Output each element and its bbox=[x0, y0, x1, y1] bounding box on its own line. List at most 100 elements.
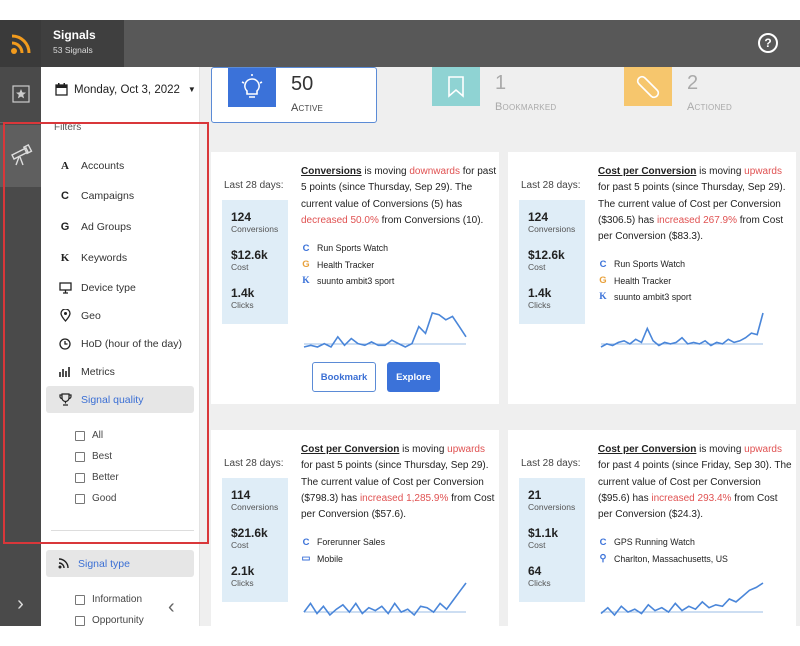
filter-ad-groups[interactable]: G Ad Groups bbox=[46, 214, 194, 239]
filters-label: Filters bbox=[54, 122, 82, 133]
option-label: Better bbox=[92, 472, 119, 483]
checkbox[interactable] bbox=[75, 594, 85, 605]
ad-groups-icon: G bbox=[60, 220, 70, 233]
signal-card: Last 28 days: 114 Conversions $21.6k Cos… bbox=[211, 430, 499, 626]
trend-change: increased 267.9% bbox=[656, 214, 737, 226]
sparkline bbox=[303, 312, 467, 349]
trend-direction: upwards bbox=[447, 444, 485, 455]
checkbox[interactable] bbox=[75, 451, 85, 462]
metric-value: 124 bbox=[528, 210, 549, 224]
stat-active[interactable]: 50 Active bbox=[211, 67, 377, 123]
bookmark-button[interactable]: Bookmark bbox=[312, 362, 376, 392]
tag-campaign: C GPS Running Watch bbox=[599, 536, 695, 548]
type-option-information[interactable]: Information bbox=[75, 594, 142, 605]
metric-value: $1.1k bbox=[528, 526, 559, 540]
metric-value: 21 bbox=[528, 488, 542, 502]
tag-ad-group: G Health Tracker bbox=[599, 275, 672, 287]
lightbulb-icon bbox=[228, 68, 276, 107]
filter-hod[interactable]: HoD (hour of the day) bbox=[46, 331, 194, 356]
filter-signal-type[interactable]: Signal type bbox=[46, 550, 194, 577]
campaign-icon: C bbox=[599, 536, 607, 548]
collapse-sidebar-button[interactable]: ‹ bbox=[168, 596, 175, 619]
metrics-icon bbox=[58, 366, 72, 378]
metric-link[interactable]: Cost per Conversion bbox=[301, 444, 399, 455]
help-icon[interactable]: ? bbox=[758, 33, 778, 53]
filter-device-type[interactable]: Device type bbox=[46, 275, 194, 300]
filter-accounts[interactable]: A Accounts bbox=[46, 153, 194, 178]
rail-explore[interactable] bbox=[0, 125, 41, 187]
metric-link[interactable]: Conversions bbox=[301, 166, 362, 177]
rail-divider bbox=[0, 122, 41, 123]
filter-signal-quality[interactable]: Signal quality bbox=[46, 386, 194, 413]
filter-label: Accounts bbox=[81, 159, 125, 172]
metrics-panel: 124 Conversions $12.6k Cost 1.4k Clicks bbox=[519, 200, 585, 324]
quality-option-all[interactable]: All bbox=[75, 430, 103, 441]
logo[interactable] bbox=[0, 20, 41, 67]
metric-label: Cost bbox=[231, 262, 249, 272]
checkbox[interactable] bbox=[75, 430, 85, 441]
metric-link[interactable]: Cost per Conversion bbox=[598, 166, 696, 177]
metric-label: Clicks bbox=[231, 578, 254, 588]
metric-value: 1.4k bbox=[528, 286, 552, 300]
filter-metrics[interactable]: Metrics bbox=[46, 359, 194, 384]
quality-option-good[interactable]: Good bbox=[75, 493, 116, 504]
trend-direction: downwards bbox=[409, 166, 460, 177]
stat-value: 50 bbox=[291, 73, 314, 95]
filter-campaigns[interactable]: C Campaigns bbox=[46, 183, 194, 208]
sparkline bbox=[600, 312, 764, 348]
signal-description: Conversions is moving downwards for past… bbox=[301, 166, 497, 226]
signal-tags: C Forerunner Sales ▭ Mobile bbox=[301, 534, 385, 567]
tag-ad-group: G Health Tracker bbox=[302, 259, 375, 271]
metrics-panel: 114 Conversions $21.6k Cost 2.1k Clicks bbox=[222, 478, 288, 602]
rss-icon bbox=[10, 34, 30, 54]
filter-label: Metrics bbox=[81, 365, 115, 378]
signal-description: Cost per Conversion is moving upwards fo… bbox=[598, 166, 786, 243]
tag-keyword: Ksuunto ambit3 sport bbox=[302, 276, 395, 287]
metric-value: 1.4k bbox=[231, 286, 255, 300]
left-rail: › bbox=[0, 67, 41, 626]
stat-value: 2 bbox=[687, 72, 699, 94]
sparkline bbox=[303, 582, 467, 617]
filter-geo[interactable]: Geo bbox=[46, 303, 194, 328]
signal-tags: C GPS Running Watch ⚲ Charlton, Massachuse… bbox=[598, 534, 728, 567]
signal-count: 53 Signals bbox=[53, 45, 93, 55]
sparkline-series bbox=[303, 582, 467, 617]
quality-option-better[interactable]: Better bbox=[75, 472, 119, 483]
metric-label: Clicks bbox=[528, 300, 551, 310]
quality-option-best[interactable]: Best bbox=[75, 451, 112, 462]
type-option-opportunity[interactable]: Opportunity bbox=[75, 615, 144, 626]
tag-campaign: C Run Sports Watch bbox=[302, 242, 389, 254]
checkbox[interactable] bbox=[75, 493, 85, 504]
rail-favorites[interactable] bbox=[0, 79, 41, 109]
metric-label: Cost bbox=[231, 540, 249, 550]
stat-value: 1 bbox=[495, 72, 507, 94]
keyword-icon: K bbox=[599, 292, 607, 303]
filter-label: Geo bbox=[81, 309, 101, 322]
campaign-icon: C bbox=[302, 536, 310, 548]
signal-tags: C Run Sports Watch G Health Tracker Ksuunt… bbox=[598, 256, 691, 306]
device-icon: ▭ bbox=[301, 553, 311, 565]
checkbox[interactable] bbox=[75, 615, 85, 626]
explore-button[interactable]: Explore bbox=[387, 362, 440, 392]
metric-label: Clicks bbox=[528, 578, 551, 588]
sparkline-series bbox=[600, 312, 764, 348]
sidebar-divider bbox=[51, 530, 194, 531]
filter-keywords[interactable]: K Keywords bbox=[46, 245, 194, 270]
app-title-box: Signals 53 Signals bbox=[41, 20, 124, 67]
campaign-icon: C bbox=[302, 242, 310, 254]
checkbox[interactable] bbox=[75, 472, 85, 483]
metric-label: Clicks bbox=[231, 300, 254, 310]
period-label: Last 28 days: bbox=[521, 180, 581, 191]
filter-sidebar: Monday, Oct 3, 2022 ▼ Filters A Accounts… bbox=[41, 67, 200, 626]
trend-direction: upwards bbox=[744, 166, 782, 177]
metric-value: 64 bbox=[528, 564, 542, 578]
stat-actioned[interactable]: 2 Actioned bbox=[608, 67, 760, 123]
ad-group-icon: G bbox=[302, 259, 310, 271]
metric-link[interactable]: Cost per Conversion bbox=[598, 444, 696, 455]
trophy-icon bbox=[58, 393, 72, 406]
date-picker[interactable]: Monday, Oct 3, 2022 ▼ bbox=[55, 83, 196, 96]
campaigns-icon: C bbox=[61, 189, 69, 202]
stat-bookmarked[interactable]: 1 Bookmarked bbox=[416, 67, 568, 123]
expand-rail-button[interactable]: › bbox=[0, 589, 41, 619]
metric-value: 124 bbox=[231, 210, 252, 224]
